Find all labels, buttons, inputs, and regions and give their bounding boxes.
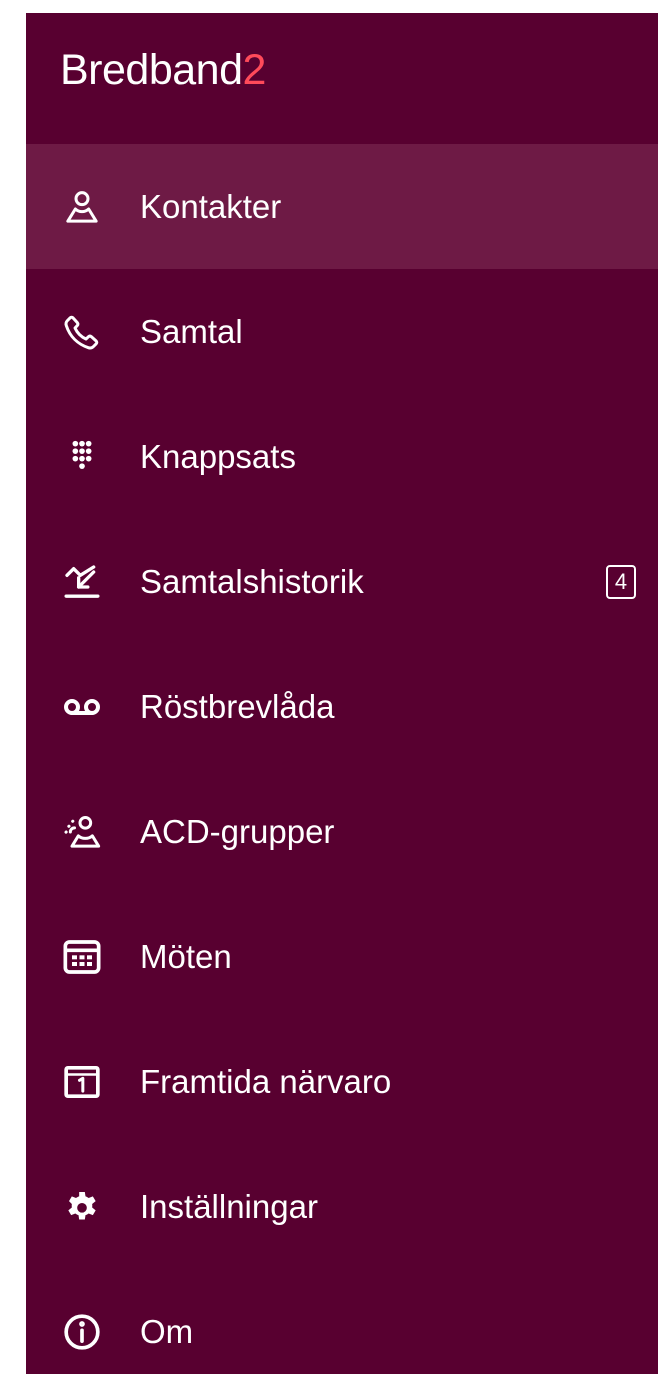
brand-name: Bredband — [60, 46, 243, 94]
call-history-icon — [60, 560, 104, 604]
menu-item-label: Samtalshistorik — [140, 562, 364, 600]
phone-icon — [60, 310, 104, 354]
dialpad-icon — [60, 435, 104, 479]
menu-item-label: Inställningar — [140, 1187, 318, 1225]
gear-icon — [60, 1185, 104, 1229]
menu-item-installningar[interactable]: Inställningar — [26, 1144, 658, 1269]
voicemail-icon — [60, 685, 104, 729]
menu-item-moten[interactable]: Möten — [26, 894, 658, 1019]
info-icon — [60, 1310, 104, 1354]
menu-item-kontakter[interactable]: Kontakter — [26, 144, 658, 269]
menu-item-om[interactable]: Om — [26, 1269, 658, 1374]
menu-item-acd-grupper[interactable]: ACD-grupper — [26, 769, 658, 894]
person-icon — [60, 185, 104, 229]
menu-item-label: Om — [140, 1312, 194, 1350]
group-icon — [60, 810, 104, 854]
calendar-icon — [60, 1060, 104, 1104]
brand-suffix: 2 — [242, 46, 267, 94]
unread-count-badge: 4 — [606, 564, 636, 599]
menu-item-label: ACD-grupper — [140, 812, 335, 850]
meetings-icon — [60, 935, 104, 979]
menu-item-label: Kontakter — [140, 187, 282, 225]
menu-item-label: Knappsats — [140, 437, 296, 475]
menu-item-framtida-narvaro[interactable]: Framtida närvaro — [26, 1019, 658, 1144]
menu-item-label: Samtal — [140, 312, 243, 350]
menu-item-samtal[interactable]: Samtal — [26, 269, 658, 394]
menu-item-knappsats[interactable]: Knappsats — [26, 394, 658, 519]
menu-list: Kontakter Samtal Knappsats Samtalshistor… — [26, 144, 658, 1374]
menu-item-label: Framtida närvaro — [140, 1062, 392, 1100]
navigation-drawer: Bredband2 Kontakter Samtal Knappsats Sam… — [26, 13, 658, 1374]
menu-item-label: Röstbrevlåda — [140, 687, 335, 725]
menu-item-label: Möten — [140, 937, 232, 975]
menu-item-samtalshistorik[interactable]: Samtalshistorik 4 — [26, 519, 658, 644]
menu-item-rostbrevlada[interactable]: Röstbrevlåda — [26, 644, 658, 769]
brand-logo: Bredband2 — [60, 45, 266, 95]
